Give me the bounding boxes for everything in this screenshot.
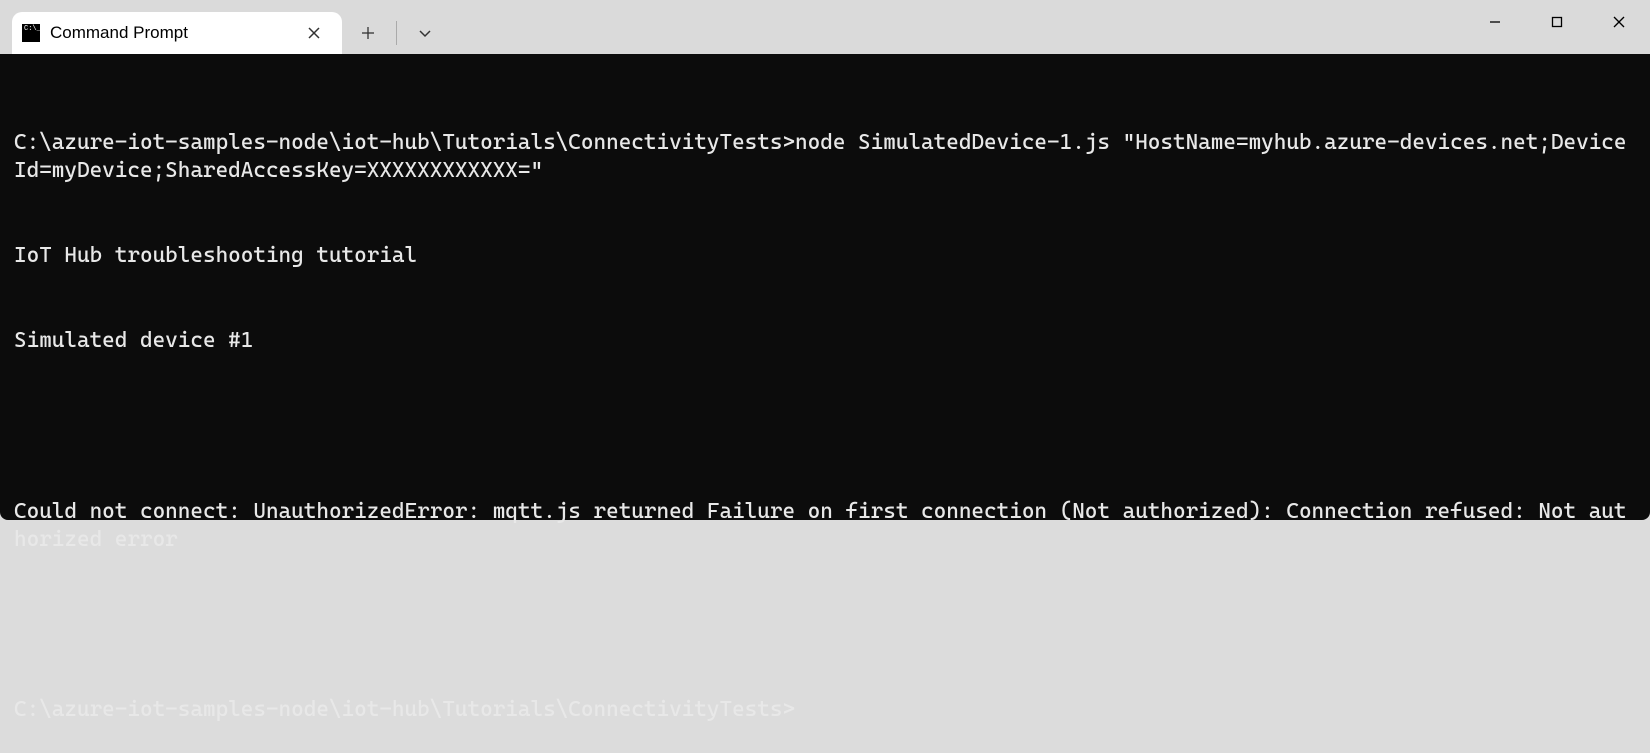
tab-title: Command Prompt [50, 23, 290, 43]
new-tab-button[interactable] [348, 13, 388, 53]
tab-dropdown-button[interactable] [405, 13, 445, 53]
terminal-output[interactable]: C:\azure-iot-samples-node\iot-hub\Tutori… [0, 54, 1650, 520]
plus-icon [361, 26, 375, 40]
window-controls [1464, 0, 1650, 44]
titlebar: Command Prompt [0, 0, 1650, 54]
terminal-line: IoT Hub troubleshooting tutorial [14, 242, 1636, 270]
tab-close-button[interactable] [300, 19, 328, 47]
terminal-line: Simulated device #1 [14, 327, 1636, 355]
close-icon [1612, 15, 1626, 29]
divider [396, 21, 397, 45]
tab-actions [348, 12, 445, 54]
window-close-button[interactable] [1588, 0, 1650, 44]
minimize-icon [1488, 15, 1502, 29]
terminal-line: C:\azure-iot-samples-node\iot-hub\Tutori… [14, 129, 1636, 186]
minimize-button[interactable] [1464, 0, 1526, 44]
terminal-blank-line [14, 413, 1636, 441]
command-prompt-icon [22, 24, 40, 42]
terminal-prompt: C:\azure-iot-samples-node\iot-hub\Tutori… [14, 696, 1636, 724]
chevron-down-icon [418, 26, 432, 40]
terminal-blank-line [14, 611, 1636, 639]
terminal-line: Could not connect: UnauthorizedError: mq… [14, 498, 1636, 555]
close-icon [308, 27, 320, 39]
maximize-button[interactable] [1526, 0, 1588, 44]
tab-command-prompt[interactable]: Command Prompt [12, 12, 342, 54]
maximize-icon [1550, 15, 1564, 29]
